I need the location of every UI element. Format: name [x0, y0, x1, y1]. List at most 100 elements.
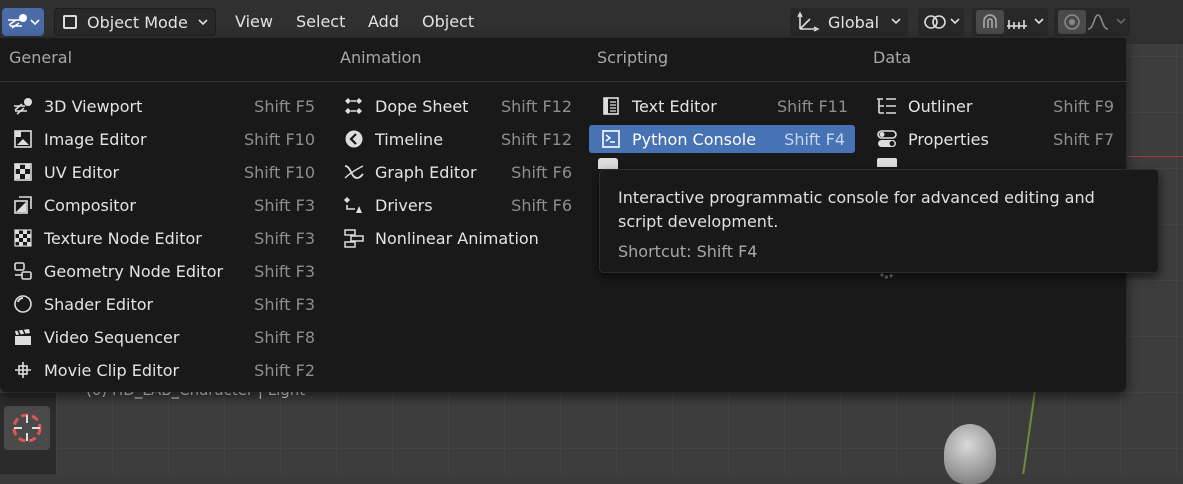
tooltip: Interactive programmatic console for adv…	[599, 169, 1159, 273]
menu-item-shortcut: Shift F7	[1053, 129, 1114, 149]
orientation-label: Global	[828, 12, 880, 32]
movie-clip-icon	[10, 359, 36, 381]
menu-item-label: Nonlinear Animation	[375, 228, 539, 248]
menu-item-python-console[interactable]: Python Console Shift F4	[589, 125, 855, 153]
menu-item-shader-editor[interactable]: Shader Editor Shift F3	[10, 290, 325, 318]
menu-item-label: 3D Viewport	[44, 96, 143, 116]
menu-item-label: Graph Editor	[375, 162, 477, 182]
menu-item-label: Geometry Node Editor	[44, 261, 224, 281]
texture-node-icon	[10, 227, 36, 249]
menu-item-3d-viewport[interactable]: 3D Viewport Shift F5	[10, 92, 325, 120]
nla-icon	[341, 227, 367, 249]
menu-add[interactable]: Add	[368, 12, 399, 31]
menu-item-shortcut: Shift F5	[254, 96, 315, 116]
text-editor-icon	[598, 95, 624, 117]
python-console-icon	[598, 128, 624, 150]
pivot-icon	[924, 15, 946, 29]
proportional-editing-group[interactable]	[1054, 8, 1130, 36]
shader-editor-icon	[10, 293, 36, 315]
menu-item-compositor[interactable]: Compositor Shift F3	[10, 191, 325, 219]
menu-item-label: Text Editor	[632, 96, 717, 116]
menu-item-label: Properties	[908, 129, 989, 149]
cursor-tool-button[interactable]	[4, 406, 50, 450]
proportional-edit-icon	[1064, 14, 1080, 30]
menu-item-nonlinear-animation[interactable]: Nonlinear Animation	[341, 224, 582, 252]
menu-item-timeline[interactable]: Timeline Shift F12	[341, 125, 582, 153]
menu-item-label: Timeline	[375, 129, 444, 149]
x-axis-line	[1127, 156, 1183, 157]
graph-editor-icon	[341, 161, 367, 183]
menu-item-file-browser-partial[interactable]	[874, 158, 904, 169]
snap-increment-icon	[1007, 20, 1027, 29]
timeline-icon	[341, 128, 367, 150]
editor-type-button[interactable]	[2, 8, 44, 36]
menu-item-label: Shader Editor	[44, 294, 154, 314]
tooltip-description: Interactive programmatic console for adv…	[618, 188, 1095, 231]
menu-item-label: Movie Clip Editor	[44, 360, 180, 380]
character-head-model	[944, 424, 996, 484]
pivot-point-dropdown[interactable]	[918, 8, 964, 36]
menu-item-texture-node-editor[interactable]: Texture Node Editor Shift F3	[10, 224, 325, 252]
video-sequencer-icon	[10, 326, 36, 348]
menu-item-shortcut: Shift F10	[243, 129, 315, 149]
chevron-down-icon	[30, 19, 40, 26]
column-title-data: Data	[873, 48, 912, 67]
menu-item-text-editor[interactable]: Text Editor Shift F11	[598, 92, 858, 120]
menu-item-uv-editor[interactable]: UV Editor Shift F10	[10, 158, 325, 186]
menu-object[interactable]: Object	[422, 12, 474, 31]
menu-item-image-editor[interactable]: Image Editor Shift F10	[10, 125, 325, 153]
menu-item-label: Drivers	[375, 195, 433, 215]
menu-item-shortcut: Shift F6	[511, 162, 572, 182]
snap-toggle-button[interactable]	[976, 10, 1004, 34]
menu-item-shortcut: Shift F10	[243, 162, 315, 182]
menu-item-label: Texture Node Editor	[44, 228, 202, 248]
menu-view[interactable]: View	[235, 12, 273, 31]
chevron-down-icon	[198, 19, 208, 26]
menu-item-shortcut: Shift F2	[254, 360, 315, 380]
menu-item-info-partial[interactable]	[598, 158, 628, 169]
menu-item-dope-sheet[interactable]: Dope Sheet Shift F12	[341, 92, 582, 120]
menu-item-label: Video Sequencer	[44, 327, 180, 347]
chevron-down-icon	[1034, 18, 1044, 25]
viewport-3d-icon	[10, 95, 36, 117]
menu-item-shortcut: Shift F8	[254, 327, 315, 347]
menu-item-graph-editor[interactable]: Graph Editor Shift F6	[341, 158, 582, 186]
mode-dropdown[interactable]: Object Mode	[54, 8, 216, 36]
chevron-down-icon	[1116, 18, 1126, 25]
object-mode-icon	[63, 15, 77, 29]
menu-item-video-sequencer[interactable]: Video Sequencer Shift F8	[10, 323, 325, 351]
menu-item-shortcut: Shift F12	[500, 96, 572, 116]
menu-item-properties[interactable]: Properties Shift F7	[874, 125, 1124, 153]
menu-item-shortcut: Shift F3	[254, 261, 315, 281]
proportional-toggle-button[interactable]	[1058, 10, 1086, 34]
transform-orientation-dropdown[interactable]: Global	[790, 8, 908, 36]
chevron-down-icon	[950, 18, 960, 25]
outliner-icon	[874, 95, 900, 117]
column-title-scripting: Scripting	[597, 48, 669, 67]
viewport-3d-icon	[8, 14, 27, 29]
menu-item-outliner[interactable]: Outliner Shift F9	[874, 92, 1124, 120]
menu-item-shortcut: Shift F4	[784, 129, 845, 149]
drivers-icon	[341, 194, 367, 216]
compositor-icon	[10, 194, 36, 216]
uv-editor-icon	[10, 161, 36, 183]
column-title-general: General	[9, 48, 73, 67]
menu-item-shortcut: Shift F11	[776, 96, 848, 116]
geometry-node-icon	[10, 260, 36, 282]
magnet-icon	[983, 14, 997, 28]
menu-item-movie-clip-editor[interactable]: Movie Clip Editor Shift F2	[10, 356, 325, 384]
menu-select[interactable]: Select	[296, 12, 345, 31]
menu-item-label: Python Console	[632, 129, 757, 149]
folder-icon	[877, 158, 897, 167]
orientation-icon	[797, 11, 820, 32]
menu-item-shortcut: Shift F6	[511, 195, 572, 215]
dope-sheet-icon	[341, 95, 367, 117]
menu-item-label: UV Editor	[44, 162, 120, 182]
tooltip-shortcut: Shortcut: Shift F4	[618, 242, 758, 261]
menu-item-drivers[interactable]: Drivers Shift F6	[341, 191, 582, 219]
menu-item-geometry-node-editor[interactable]: Geometry Node Editor Shift F3	[10, 257, 325, 285]
snapping-group[interactable]	[972, 8, 1048, 36]
menu-item-shortcut: Shift F12	[500, 129, 572, 149]
chevron-down-icon	[891, 18, 901, 25]
column-title-animation: Animation	[340, 48, 422, 67]
